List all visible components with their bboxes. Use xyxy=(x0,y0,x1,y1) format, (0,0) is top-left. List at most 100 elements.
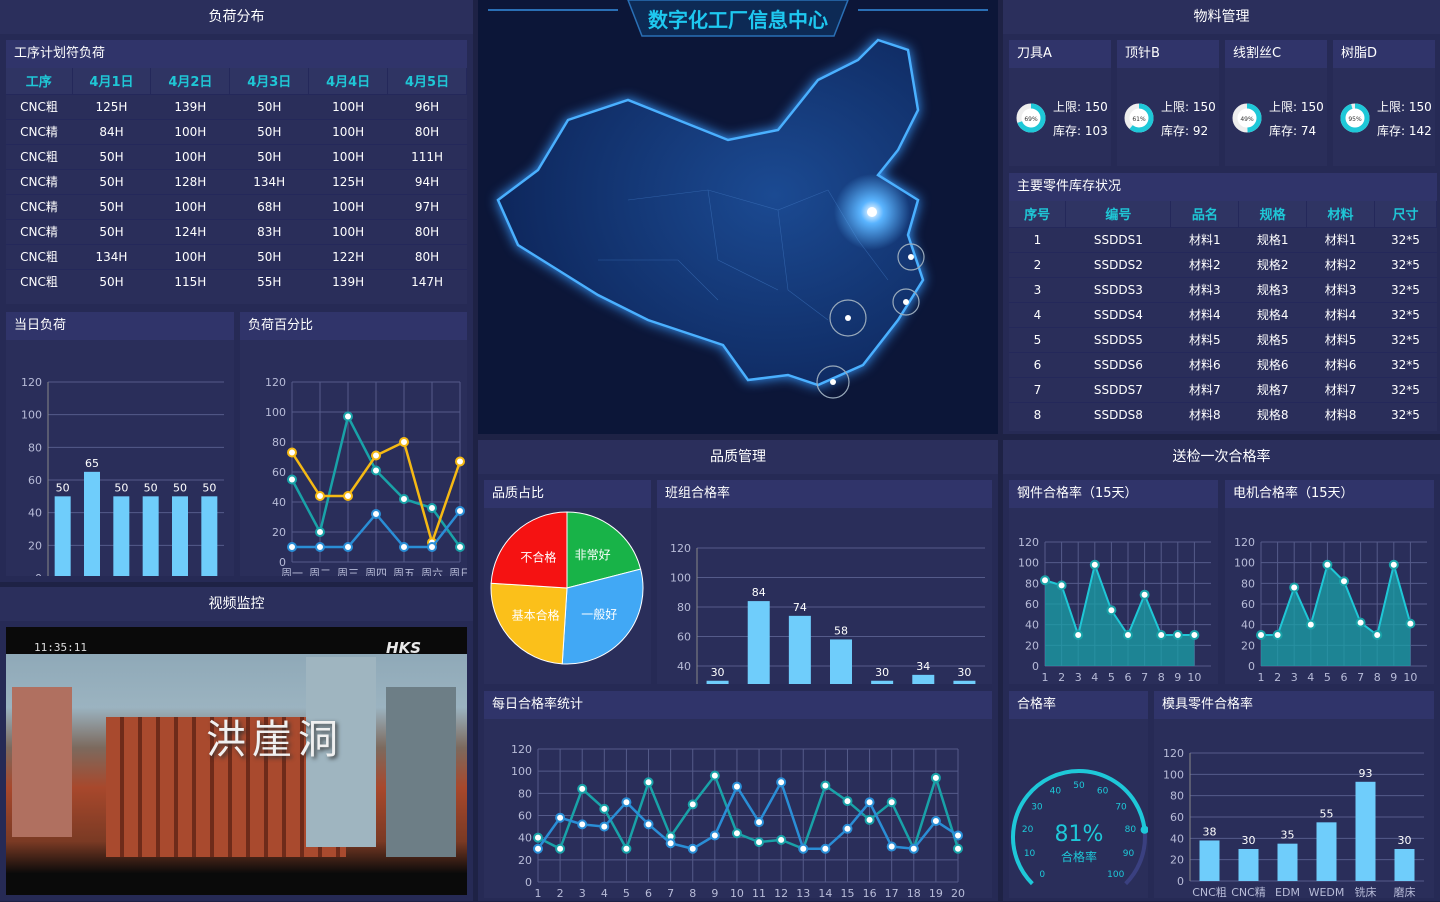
motor-rate-chart: 0 20 40 60 80 100 120 1 2 3 4 5 6 7 8 9 10 xyxy=(1234,536,1427,684)
china-map[interactable] xyxy=(478,0,998,434)
daily-rate-chart: 0204060801001201 2 3 4 5 6 7 8 9 10 11 12 13 14 15 16 17… xyxy=(511,743,965,900)
series-point xyxy=(908,843,919,854)
series-point xyxy=(343,411,353,422)
material-name: 刀具A xyxy=(1009,40,1111,68)
material-stock: 库存: 92 xyxy=(1161,124,1209,138)
y-tick-label: 100 xyxy=(1018,557,1039,570)
x-tick-label: 5 xyxy=(1324,671,1331,684)
table-cell: 100H xyxy=(150,143,230,169)
y-tick-label: 120 xyxy=(1234,536,1255,549)
material-stock: 库存: 142 xyxy=(1377,124,1432,138)
data-label: 65 xyxy=(85,457,99,470)
table-cell: CNC粗 xyxy=(6,268,73,294)
x-tick-label: 9 xyxy=(1390,671,1397,684)
y-tick-label: 40 xyxy=(1025,619,1039,632)
parts-header[interactable]: 编号 xyxy=(1065,201,1172,227)
table-cell: 1 xyxy=(1009,226,1066,252)
series-point xyxy=(886,841,897,852)
x-tick-label: 周三 xyxy=(337,567,359,576)
y-tick-label: 120 xyxy=(1163,747,1184,760)
x-tick-label: 11 xyxy=(752,887,766,898)
series-point xyxy=(930,816,941,827)
gauge-tick: 50 xyxy=(1073,781,1085,791)
series-point xyxy=(1405,618,1416,629)
table-row[interactable]: CNC精 50H 124H 83H 100H 80H xyxy=(6,218,467,244)
table-row[interactable]: CNC精 50H 100H 68H 100H 97H xyxy=(6,193,467,219)
table-cell: 147H xyxy=(387,268,467,294)
parts-header[interactable]: 序号 xyxy=(1009,201,1067,227)
table-cell: 32*5 xyxy=(1374,276,1437,302)
gauge-tick: 70 xyxy=(1115,802,1127,812)
bar xyxy=(1238,849,1259,881)
daily-rate-panel: 每日合格率统计 0 20 40 60 80 100 120 1 2 3 4 5 6 7 8 9 10 11 12 13… xyxy=(484,691,992,900)
material-upper: 上限: 150 xyxy=(1053,100,1108,114)
material-card[interactable]: 刀具A 69% 上限: 150 库存: 103 xyxy=(1009,40,1111,166)
y-tick-label: 120 xyxy=(1018,536,1039,549)
table-row[interactable]: CNC粗 134H 100H 50H 122H 80H xyxy=(6,243,467,269)
table-row[interactable]: 3 SSDDS3 材料3 规格3 材料3 32*5 xyxy=(1009,276,1437,302)
material-card[interactable]: 顶针B 61% 上限: 150 库存: 92 xyxy=(1117,40,1219,166)
table-row[interactable]: CNC精 84H 100H 50H 100H 80H xyxy=(6,118,467,144)
y-tick-label: 40 xyxy=(1170,832,1184,845)
x-tick-label: 8 xyxy=(1158,671,1165,684)
series-point xyxy=(1156,630,1167,640)
table-row[interactable]: 1 SSDDS1 材料1 规格1 材料1 32*5 xyxy=(1009,226,1437,252)
x-tick-label: 铣床 xyxy=(1355,885,1377,898)
plan-header[interactable]: 4月3日 xyxy=(229,68,310,94)
parts-header[interactable]: 尺寸 xyxy=(1374,201,1437,227)
table-row[interactable]: 5 SSDDS5 材料5 规格5 材料5 32*5 xyxy=(1009,326,1437,352)
data-label: 50 xyxy=(173,481,187,494)
plan-header[interactable]: 工序 xyxy=(6,68,73,94)
y-tick-label: 40 xyxy=(518,832,532,845)
parts-header[interactable]: 材料 xyxy=(1306,201,1375,227)
table-row[interactable]: CNC粗 50H 100H 50H 100H 111H xyxy=(6,143,467,169)
series-point xyxy=(643,819,654,830)
x-tick-label: 10 xyxy=(730,887,744,898)
map-panel: 数字化工厂信息中心 xyxy=(478,0,998,434)
x-tick-label: 9 xyxy=(1174,671,1181,684)
table-row[interactable]: 4 SSDDS4 材料4 规格4 材料4 32*5 xyxy=(1009,301,1437,327)
plan-header[interactable]: 4月1日 xyxy=(72,68,152,94)
table-row[interactable]: 8 SSDDS8 材料8 规格8 材料8 32*5 xyxy=(1009,401,1437,427)
table-cell: 80H xyxy=(387,118,467,144)
plan-header[interactable]: 4月2日 xyxy=(150,68,231,94)
table-cell: 材料5 xyxy=(1306,326,1375,352)
x-tick-label: 1 xyxy=(1258,671,1265,684)
table-row[interactable]: CNC粗 125H 139H 50H 100H 96H xyxy=(6,93,467,119)
table-row[interactable]: CNC粗 50H 115H 55H 139H 147H xyxy=(6,268,467,294)
video-player[interactable]: 11:35:11 HKS 洪崖洞 xyxy=(6,627,467,895)
x-tick-label: 6 xyxy=(1341,671,1348,684)
y-tick-label: 40 xyxy=(28,507,42,520)
material-card[interactable]: 线割丝C 49% 上限: 150 库存: 74 xyxy=(1225,40,1327,166)
series-point xyxy=(315,542,325,552)
series-point xyxy=(455,456,465,467)
plan-header[interactable]: 4月5日 xyxy=(387,68,467,94)
table-cell: 80H xyxy=(387,218,467,244)
table-row[interactable]: 7 SSDDS7 材料7 规格7 材料7 32*5 xyxy=(1009,376,1437,402)
series-point xyxy=(555,812,566,823)
load-title: 负荷分布 xyxy=(0,0,473,34)
material-card[interactable]: 树脂D 95% 上限: 150 库存: 142 xyxy=(1333,40,1435,166)
series-point xyxy=(776,777,787,788)
series-point xyxy=(577,819,588,830)
x-tick-label: 磨床 xyxy=(1394,885,1416,898)
table-row[interactable]: CNC精 50H 128H 134H 125H 94H xyxy=(6,168,467,194)
series-point xyxy=(776,834,787,845)
table-cell: 7 xyxy=(1009,376,1066,402)
x-tick-label: 12 xyxy=(774,887,788,898)
series-point xyxy=(709,830,720,841)
parts-header[interactable]: 品名 xyxy=(1170,201,1240,227)
material-ring: 49% xyxy=(1232,103,1262,133)
y-tick-label: 60 xyxy=(1025,598,1039,611)
table-cell: 50H xyxy=(72,218,151,244)
plan-header[interactable]: 4月4日 xyxy=(308,68,389,94)
table-row[interactable]: 2 SSDDS2 材料2 规格2 材料2 32*5 xyxy=(1009,251,1437,277)
hub-point[interactable] xyxy=(867,207,877,217)
y-tick-label: 80 xyxy=(1025,577,1039,590)
table-row[interactable]: 6 SSDDS6 材料6 规格6 材料6 32*5 xyxy=(1009,351,1437,377)
series-point xyxy=(1073,630,1084,640)
series-point xyxy=(1040,575,1050,586)
series-point xyxy=(455,542,465,552)
parts-header[interactable]: 规格 xyxy=(1238,201,1308,227)
table-cell: 规格5 xyxy=(1238,326,1307,352)
